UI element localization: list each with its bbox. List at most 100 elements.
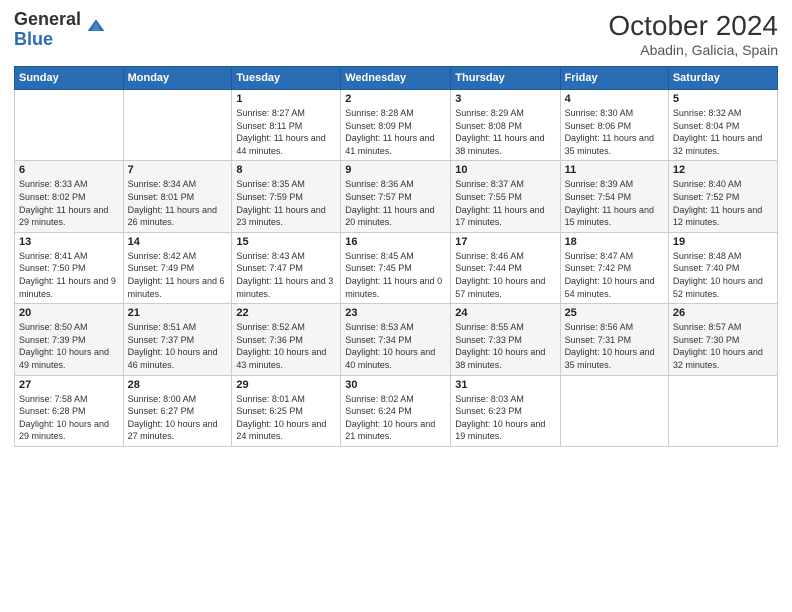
calendar-cell: 12 Sunrise: 8:40 AMSunset: 7:52 PMDayligh… (668, 161, 777, 232)
day-info: Sunrise: 8:51 AMSunset: 7:37 PMDaylight:… (128, 321, 228, 371)
day-number: 18 (565, 236, 664, 248)
month-title: October 2024 (608, 10, 778, 42)
day-info: Sunrise: 7:58 AMSunset: 6:28 PMDaylight:… (19, 393, 119, 443)
day-info: Sunrise: 8:02 AMSunset: 6:24 PMDaylight:… (345, 393, 446, 443)
calendar-week-2: 13 Sunrise: 8:41 AMSunset: 7:50 PMDayligh… (15, 232, 778, 303)
day-info: Sunrise: 8:56 AMSunset: 7:31 PMDaylight:… (565, 321, 664, 371)
day-info: Sunrise: 8:35 AMSunset: 7:59 PMDaylight:… (236, 178, 336, 228)
header-day-wednesday: Wednesday (341, 67, 451, 90)
day-number: 8 (236, 164, 336, 176)
header-day-monday: Monday (123, 67, 232, 90)
day-info: Sunrise: 8:48 AMSunset: 7:40 PMDaylight:… (673, 250, 773, 300)
location-title: Abadin, Galicia, Spain (608, 42, 778, 58)
calendar-cell: 22 Sunrise: 8:52 AMSunset: 7:36 PMDayligh… (232, 304, 341, 375)
day-number: 11 (565, 164, 664, 176)
calendar-cell: 13 Sunrise: 8:41 AMSunset: 7:50 PMDayligh… (15, 232, 124, 303)
calendar-cell: 4 Sunrise: 8:30 AMSunset: 8:06 PMDaylight… (560, 90, 668, 161)
calendar-body: 1 Sunrise: 8:27 AMSunset: 8:11 PMDaylight… (15, 90, 778, 447)
day-number: 5 (673, 93, 773, 105)
day-info: Sunrise: 8:39 AMSunset: 7:54 PMDaylight:… (565, 178, 664, 228)
calendar-cell: 7 Sunrise: 8:34 AMSunset: 8:01 PMDaylight… (123, 161, 232, 232)
logo-text: General Blue (14, 10, 81, 50)
calendar-cell: 29Sunrise: 8:01 AMSunset: 6:25 PMDayligh… (232, 375, 341, 446)
day-number: 28 (128, 379, 228, 391)
calendar-cell: 31 Sunrise: 8:03 AMSunset: 6:23 PMDayligh… (451, 375, 560, 446)
day-number: 6 (19, 164, 119, 176)
header: General Blue October 2024 Abadin, Galici… (14, 10, 778, 58)
title-block: October 2024 Abadin, Galicia, Spain (608, 10, 778, 58)
day-info: Sunrise: 8:29 AMSunset: 8:08 PMDaylight:… (455, 107, 555, 157)
day-number: 1 (236, 93, 336, 105)
day-info: Sunrise: 8:52 AMSunset: 7:36 PMDaylight:… (236, 321, 336, 371)
header-day-friday: Friday (560, 67, 668, 90)
calendar-cell: 1 Sunrise: 8:27 AMSunset: 8:11 PMDaylight… (232, 90, 341, 161)
logo-icon (86, 16, 106, 36)
day-info: Sunrise: 8:40 AMSunset: 7:52 PMDaylight:… (673, 178, 773, 228)
day-info: Sunrise: 8:30 AMSunset: 8:06 PMDaylight:… (565, 107, 664, 157)
calendar-cell: 30 Sunrise: 8:02 AMSunset: 6:24 PMDayligh… (341, 375, 451, 446)
logo-blue: Blue (14, 30, 81, 50)
day-number: 16 (345, 236, 446, 248)
calendar-cell (560, 375, 668, 446)
header-day-tuesday: Tuesday (232, 67, 341, 90)
day-info: Sunrise: 8:50 AMSunset: 7:39 PMDaylight:… (19, 321, 119, 371)
day-number: 3 (455, 93, 555, 105)
calendar-cell: 3 Sunrise: 8:29 AMSunset: 8:08 PMDaylight… (451, 90, 560, 161)
day-info: Sunrise: 8:57 AMSunset: 7:30 PMDaylight:… (673, 321, 773, 371)
day-info: Sunrise: 8:34 AMSunset: 8:01 PMDaylight:… (128, 178, 228, 228)
day-info: Sunrise: 8:27 AMSunset: 8:11 PMDaylight:… (236, 107, 336, 157)
day-number: 31 (455, 379, 555, 391)
calendar-week-3: 20 Sunrise: 8:50 AMSunset: 7:39 PMDayligh… (15, 304, 778, 375)
calendar-cell: 14 Sunrise: 8:42 AMSunset: 7:49 PMDayligh… (123, 232, 232, 303)
calendar-cell: 16 Sunrise: 8:45 AMSunset: 7:45 PMDayligh… (341, 232, 451, 303)
day-number: 23 (345, 307, 446, 319)
calendar-week-0: 1 Sunrise: 8:27 AMSunset: 8:11 PMDaylight… (15, 90, 778, 161)
day-number: 15 (236, 236, 336, 248)
calendar-cell: 6 Sunrise: 8:33 AMSunset: 8:02 PMDaylight… (15, 161, 124, 232)
day-number: 12 (673, 164, 773, 176)
header-day-saturday: Saturday (668, 67, 777, 90)
calendar-cell: 2Sunrise: 8:28 AMSunset: 8:09 PMDaylight… (341, 90, 451, 161)
day-info: Sunrise: 8:37 AMSunset: 7:55 PMDaylight:… (455, 178, 555, 228)
day-number: 10 (455, 164, 555, 176)
day-number: 14 (128, 236, 228, 248)
day-number: 22 (236, 307, 336, 319)
header-row: SundayMondayTuesdayWednesdayThursdayFrid… (15, 67, 778, 90)
day-number: 27 (19, 379, 119, 391)
day-info: Sunrise: 8:43 AMSunset: 7:47 PMDaylight:… (236, 250, 336, 300)
calendar-week-1: 6 Sunrise: 8:33 AMSunset: 8:02 PMDaylight… (15, 161, 778, 232)
day-number: 25 (565, 307, 664, 319)
day-number: 30 (345, 379, 446, 391)
calendar-cell: 9Sunrise: 8:36 AMSunset: 7:57 PMDaylight… (341, 161, 451, 232)
day-number: 20 (19, 307, 119, 319)
calendar-cell: 17Sunrise: 8:46 AMSunset: 7:44 PMDayligh… (451, 232, 560, 303)
day-number: 4 (565, 93, 664, 105)
day-info: Sunrise: 8:33 AMSunset: 8:02 PMDaylight:… (19, 178, 119, 228)
calendar-cell: 10 Sunrise: 8:37 AMSunset: 7:55 PMDayligh… (451, 161, 560, 232)
header-day-thursday: Thursday (451, 67, 560, 90)
calendar-cell (15, 90, 124, 161)
day-number: 13 (19, 236, 119, 248)
day-info: Sunrise: 8:03 AMSunset: 6:23 PMDaylight:… (455, 393, 555, 443)
day-number: 2 (345, 93, 446, 105)
logo: General Blue (14, 10, 106, 50)
day-info: Sunrise: 8:41 AMSunset: 7:50 PMDaylight:… (19, 250, 119, 300)
calendar-cell: 27 Sunrise: 7:58 AMSunset: 6:28 PMDayligh… (15, 375, 124, 446)
day-number: 24 (455, 307, 555, 319)
calendar-cell: 5Sunrise: 8:32 AMSunset: 8:04 PMDaylight… (668, 90, 777, 161)
day-number: 26 (673, 307, 773, 319)
calendar-cell: 18 Sunrise: 8:47 AMSunset: 7:42 PMDayligh… (560, 232, 668, 303)
day-number: 7 (128, 164, 228, 176)
day-number: 19 (673, 236, 773, 248)
calendar-cell: 20 Sunrise: 8:50 AMSunset: 7:39 PMDayligh… (15, 304, 124, 375)
calendar-cell: 11 Sunrise: 8:39 AMSunset: 7:54 PMDayligh… (560, 161, 668, 232)
day-info: Sunrise: 8:00 AMSunset: 6:27 PMDaylight:… (128, 393, 228, 443)
calendar-cell: 24Sunrise: 8:55 AMSunset: 7:33 PMDayligh… (451, 304, 560, 375)
calendar-cell: 8 Sunrise: 8:35 AMSunset: 7:59 PMDaylight… (232, 161, 341, 232)
day-info: Sunrise: 8:47 AMSunset: 7:42 PMDaylight:… (565, 250, 664, 300)
day-info: Sunrise: 8:45 AMSunset: 7:45 PMDaylight:… (345, 250, 446, 300)
logo-general: General (14, 10, 81, 30)
calendar-cell: 23Sunrise: 8:53 AMSunset: 7:34 PMDayligh… (341, 304, 451, 375)
day-info: Sunrise: 8:42 AMSunset: 7:49 PMDaylight:… (128, 250, 228, 300)
day-info: Sunrise: 8:46 AMSunset: 7:44 PMDaylight:… (455, 250, 555, 300)
